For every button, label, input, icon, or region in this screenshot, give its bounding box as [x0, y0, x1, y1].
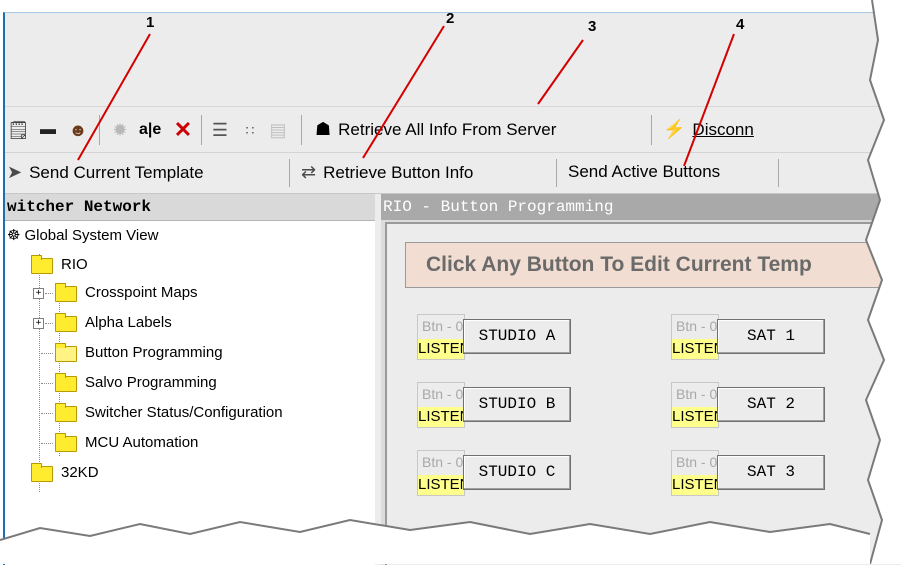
callout-number-1: 1 — [146, 14, 155, 31]
callout-number-3: 3 — [588, 18, 597, 35]
callout-number-4: 4 — [736, 16, 745, 33]
torn-paper-edge — [0, 0, 901, 564]
callout-number-2: 2 — [446, 10, 455, 27]
